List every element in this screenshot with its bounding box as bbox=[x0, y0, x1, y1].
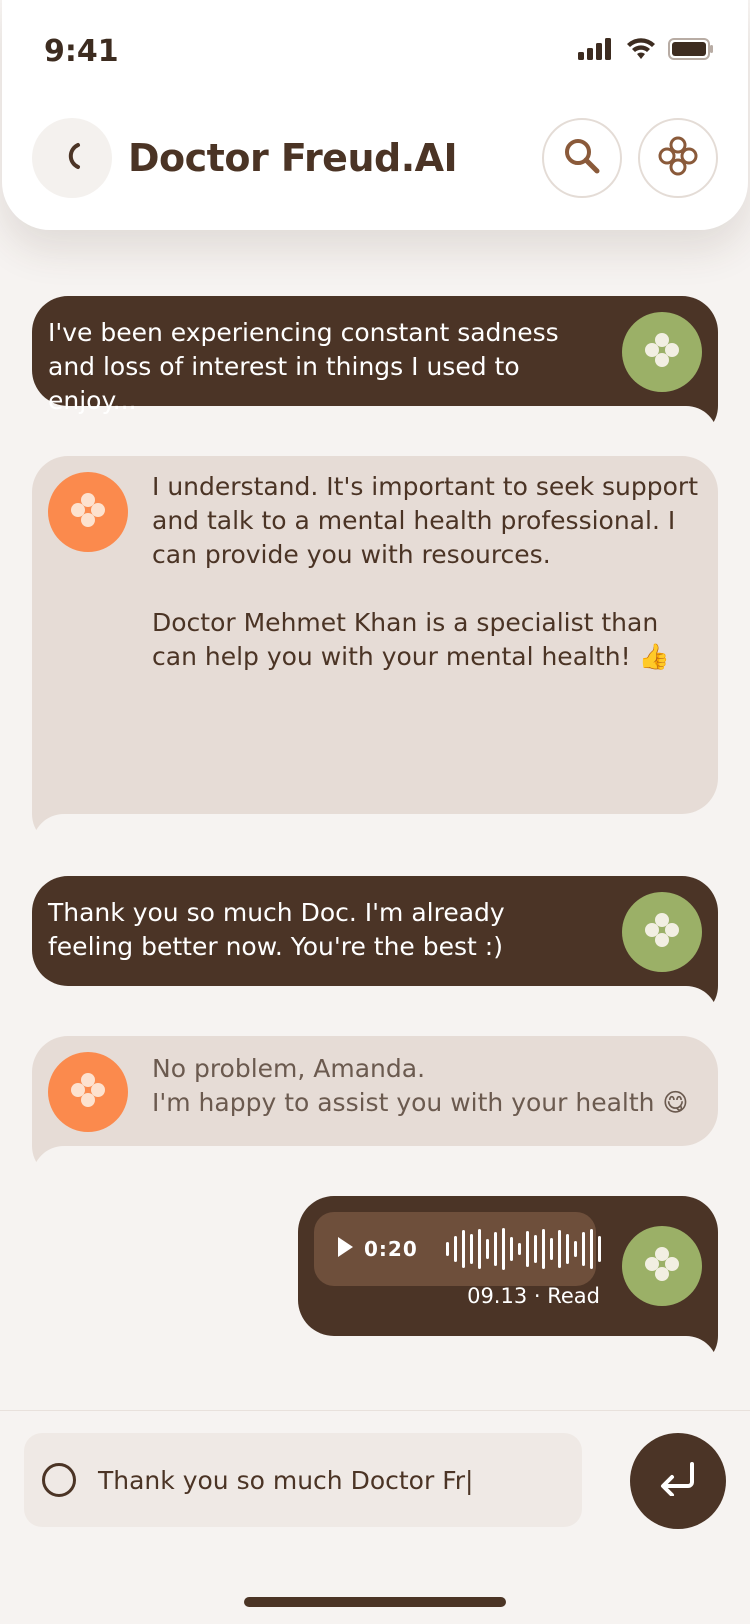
bubble-tail bbox=[686, 1336, 718, 1368]
user-avatar bbox=[622, 1226, 702, 1306]
bubble-tail bbox=[32, 1146, 64, 1178]
flower-icon bbox=[641, 329, 683, 375]
voice-player[interactable]: 0:20 bbox=[314, 1212, 601, 1286]
user-message: I've been experiencing constant sadness … bbox=[32, 296, 718, 438]
message-input-value[interactable]: Thank you so much Doctor Fr| bbox=[98, 1466, 473, 1495]
back-button[interactable] bbox=[32, 118, 112, 198]
bot-avatar bbox=[48, 472, 128, 552]
play-icon[interactable] bbox=[336, 1236, 354, 1262]
chat-thread: I've been experiencing constant sadness … bbox=[0, 230, 750, 1410]
flower-icon bbox=[641, 1243, 683, 1289]
flower-icon bbox=[657, 135, 699, 181]
search-icon bbox=[562, 136, 602, 180]
emoji-icon[interactable] bbox=[42, 1463, 76, 1497]
page-title: Doctor Freud.AI bbox=[128, 136, 458, 180]
back-icon bbox=[62, 141, 82, 175]
voice-message: 0:20 09.13 · Read bbox=[298, 1196, 718, 1368]
home-indicator bbox=[244, 1597, 506, 1607]
message-text: Thank you so much Doc. I'm already feeli… bbox=[48, 898, 505, 961]
flower-icon bbox=[67, 489, 109, 535]
voice-duration: 0:20 bbox=[364, 1237, 418, 1261]
bot-avatar bbox=[48, 1052, 128, 1132]
status-time: 9:41 bbox=[44, 34, 119, 69]
message-text: No problem, Amanda. I'm happy to assist … bbox=[152, 1054, 689, 1117]
message-input[interactable]: Thank you so much Doctor Fr| bbox=[24, 1433, 582, 1527]
status-icons bbox=[578, 38, 714, 64]
voice-meta: 09.13 · Read bbox=[467, 1284, 600, 1308]
signal-icon bbox=[578, 38, 614, 64]
bubble-tail bbox=[686, 406, 718, 438]
app-header: 9:41 Doctor Freud.AI bbox=[2, 0, 748, 230]
bubble-tail bbox=[686, 986, 718, 1018]
bot-message: No problem, Amanda. I'm happy to assist … bbox=[32, 1036, 718, 1178]
flower-icon bbox=[641, 909, 683, 955]
send-button[interactable] bbox=[630, 1433, 726, 1529]
send-icon bbox=[658, 1462, 698, 1500]
composer-bar: Thank you so much Doctor Fr| bbox=[0, 1410, 750, 1624]
flower-icon bbox=[67, 1069, 109, 1115]
message-text: I understand. It's important to seek sup… bbox=[152, 472, 699, 671]
message-text: I've been experiencing constant sadness … bbox=[48, 318, 559, 415]
search-button[interactable] bbox=[542, 118, 622, 198]
wifi-icon bbox=[626, 38, 656, 64]
options-button[interactable] bbox=[638, 118, 718, 198]
battery-icon bbox=[668, 38, 714, 64]
bubble-tail bbox=[32, 814, 64, 846]
user-message: Thank you so much Doc. I'm already feeli… bbox=[32, 876, 718, 1018]
bot-message: I understand. It's important to seek sup… bbox=[32, 456, 718, 846]
waveform-icon bbox=[445, 1228, 601, 1270]
user-avatar bbox=[622, 312, 702, 392]
user-avatar bbox=[622, 892, 702, 972]
